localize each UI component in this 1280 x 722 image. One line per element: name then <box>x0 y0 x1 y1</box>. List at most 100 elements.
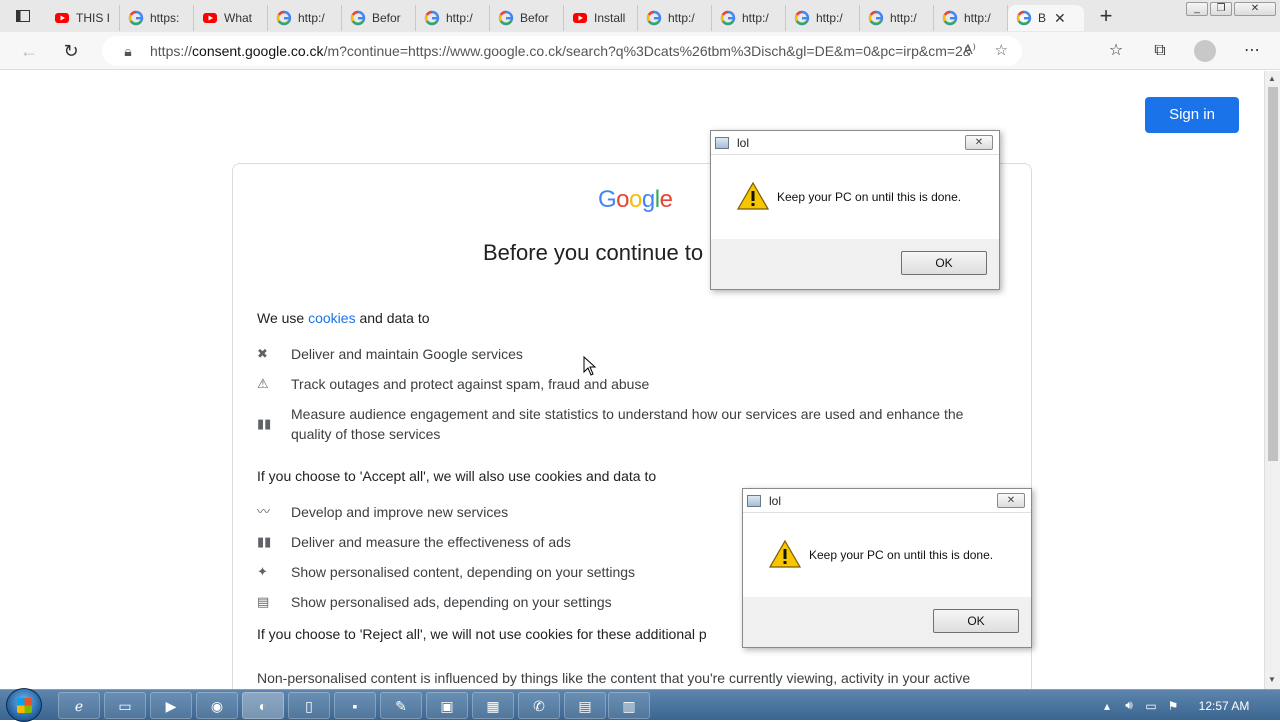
chrome-taskbar-icon[interactable]: ◉ <box>196 692 238 719</box>
google-icon <box>128 10 144 26</box>
add-favorite-icon[interactable]: ☆ <box>995 41 1008 59</box>
tools-icon: ✖ <box>257 346 268 361</box>
dialog-message: Keep your PC on until this is done. <box>809 548 994 562</box>
flag-icon[interactable]: ⚑ <box>1162 699 1184 713</box>
window-controls: _ ❐ ✕ <box>1186 2 1276 16</box>
scroll-down-icon[interactable]: ▼ <box>1268 675 1276 684</box>
browser-tab[interactable]: http:/ <box>786 5 860 31</box>
minimize-button[interactable]: _ <box>1186 2 1208 16</box>
list-item: ▮▮ Measure audience engagement and site … <box>257 406 964 442</box>
system-tray: ▴ 🔊︎ ▭ ⚑ 12:57 AM <box>1096 690 1280 721</box>
collections-button[interactable]: ⧉ <box>1148 40 1172 62</box>
tab-actions-button[interactable] <box>0 0 46 32</box>
tab-close-icon[interactable]: ✕ <box>1054 10 1066 27</box>
profile-avatar[interactable] <box>1194 40 1216 62</box>
dialog-message: Keep your PC on until this is done. <box>777 190 962 204</box>
browser-tab[interactable]: http:/ <box>638 5 712 31</box>
message-dialog: lol ✕ Keep your PC on until this is done… <box>742 488 1032 648</box>
back-button[interactable]: ← <box>16 39 42 63</box>
app-taskbar-icon[interactable]: ✆ <box>518 692 560 719</box>
tab-label: https: <box>150 11 180 25</box>
app-taskbar-icon[interactable]: ▥ <box>608 692 650 719</box>
app-taskbar-icon[interactable]: ✎ <box>380 692 422 719</box>
browser-tab[interactable]: What <box>194 5 268 31</box>
youtube-icon <box>202 10 218 26</box>
tab-label: http:/ <box>742 11 769 25</box>
scroll-up-icon[interactable]: ▲ <box>1268 74 1276 83</box>
mouse-cursor-icon <box>583 356 597 376</box>
bar-chart-icon: ▮▮ <box>257 534 272 549</box>
dialog-titlebar: lol <box>743 489 1031 513</box>
app-taskbar-icon[interactable]: ▣ <box>426 692 468 719</box>
app-taskbar-icon[interactable]: ▦ <box>472 692 514 719</box>
google-icon <box>276 10 292 26</box>
watermark: ANY RUN <box>1038 679 1241 689</box>
tab-label: Install <box>594 11 626 25</box>
accept-all-heading: If you choose to 'Accept all', we will a… <box>257 468 657 484</box>
explorer-taskbar-icon[interactable]: ▭ <box>104 692 146 719</box>
reject-all-heading: If you choose to 'Reject all', we will n… <box>257 626 707 642</box>
google-icon <box>1016 10 1032 26</box>
list-item: ⚠ Track outages and protect against spam… <box>257 376 650 392</box>
google-icon <box>424 10 440 26</box>
url-field[interactable]: 🔒︎ https://consent.google.co.ck/m?contin… <box>102 36 1022 66</box>
volume-icon[interactable]: 🔊︎ <box>1118 698 1140 713</box>
scrollbar-thumb[interactable] <box>1268 87 1278 461</box>
network-icon[interactable]: ▭ <box>1140 699 1162 713</box>
browser-tab[interactable]: https: <box>120 5 194 31</box>
edge-taskbar-icon[interactable]: ◐ <box>242 692 284 719</box>
dialog-close-button[interactable]: ✕ <box>997 493 1025 508</box>
tab-label: THIS I <box>76 11 111 25</box>
dialog-titlebar: lol <box>711 131 999 155</box>
start-button[interactable] <box>6 688 42 722</box>
browser-tab[interactable]: B ✕ <box>1008 5 1084 31</box>
tab-label: Befor <box>520 11 549 25</box>
refresh-button[interactable]: ↻ <box>58 39 84 63</box>
tab-label: What <box>224 11 253 25</box>
ok-button[interactable]: OK <box>901 251 987 275</box>
browser-tab[interactable]: Befor <box>342 5 416 31</box>
trending-icon: 〰 <box>257 504 271 519</box>
browser-tab[interactable]: Install <box>564 5 638 31</box>
window-close-button[interactable]: ✕ <box>1234 2 1276 16</box>
ok-button[interactable]: OK <box>933 609 1019 633</box>
page-scrollbar[interactable]: ▲ ▼ <box>1264 71 1280 689</box>
browser-tab[interactable]: Befor <box>490 5 564 31</box>
youtube-icon <box>54 10 70 26</box>
favorites-button[interactable]: ☆ <box>1104 40 1128 62</box>
list-item: ✖ Deliver and maintain Google services <box>257 346 523 362</box>
app-taskbar-icon[interactable]: ▤ <box>564 692 606 719</box>
warning-icon: ⚠ <box>257 376 269 391</box>
cookies-link[interactable]: cookies <box>308 310 355 326</box>
browser-tab[interactable]: http:/ <box>860 5 934 31</box>
browser-tab[interactable]: http:/ <box>268 5 342 31</box>
dialog-close-button[interactable]: ✕ <box>965 135 993 150</box>
browser-tab[interactable]: http:/ <box>416 5 490 31</box>
browser-tab[interactable]: http:/ <box>934 5 1008 31</box>
browser-tab[interactable]: http:/ <box>712 5 786 31</box>
lock-icon: 🔒︎ <box>124 42 132 59</box>
new-tab-button[interactable]: + <box>1084 3 1128 29</box>
settings-menu-button[interactable]: ⋯ <box>1240 40 1264 62</box>
clock[interactable]: 12:57 AM <box>1184 699 1264 713</box>
notepad-taskbar-icon[interactable]: ▯ <box>288 692 330 719</box>
tab-actions-icon <box>16 10 30 22</box>
google-logo: Google <box>598 186 673 213</box>
tab-label: http:/ <box>816 11 843 25</box>
terminal-taskbar-icon[interactable]: ▪ <box>334 692 376 719</box>
browser-tab[interactable]: THIS I <box>46 5 120 31</box>
google-icon <box>720 10 736 26</box>
tray-expand-icon[interactable]: ▴ <box>1096 699 1118 713</box>
ie-taskbar-icon[interactable]: ℯ <box>58 692 100 719</box>
url-text: https://consent.google.co.ck/m?continue=… <box>150 43 970 59</box>
restore-button[interactable]: ❐ <box>1210 2 1232 16</box>
nonpersonalised-text: Non-personalised content is influenced b… <box>257 670 971 686</box>
read-aloud-icon[interactable]: A⁾ <box>963 41 976 58</box>
google-icon <box>794 10 810 26</box>
tab-label: B <box>1038 11 1047 25</box>
media-player-taskbar-icon[interactable]: ▶ <box>150 692 192 719</box>
tab-label: http:/ <box>890 11 917 25</box>
page-content: Sign in Google Before you continue to We… <box>0 71 1264 689</box>
sign-in-button[interactable]: Sign in <box>1145 97 1239 133</box>
tab-label: Befor <box>372 11 401 25</box>
